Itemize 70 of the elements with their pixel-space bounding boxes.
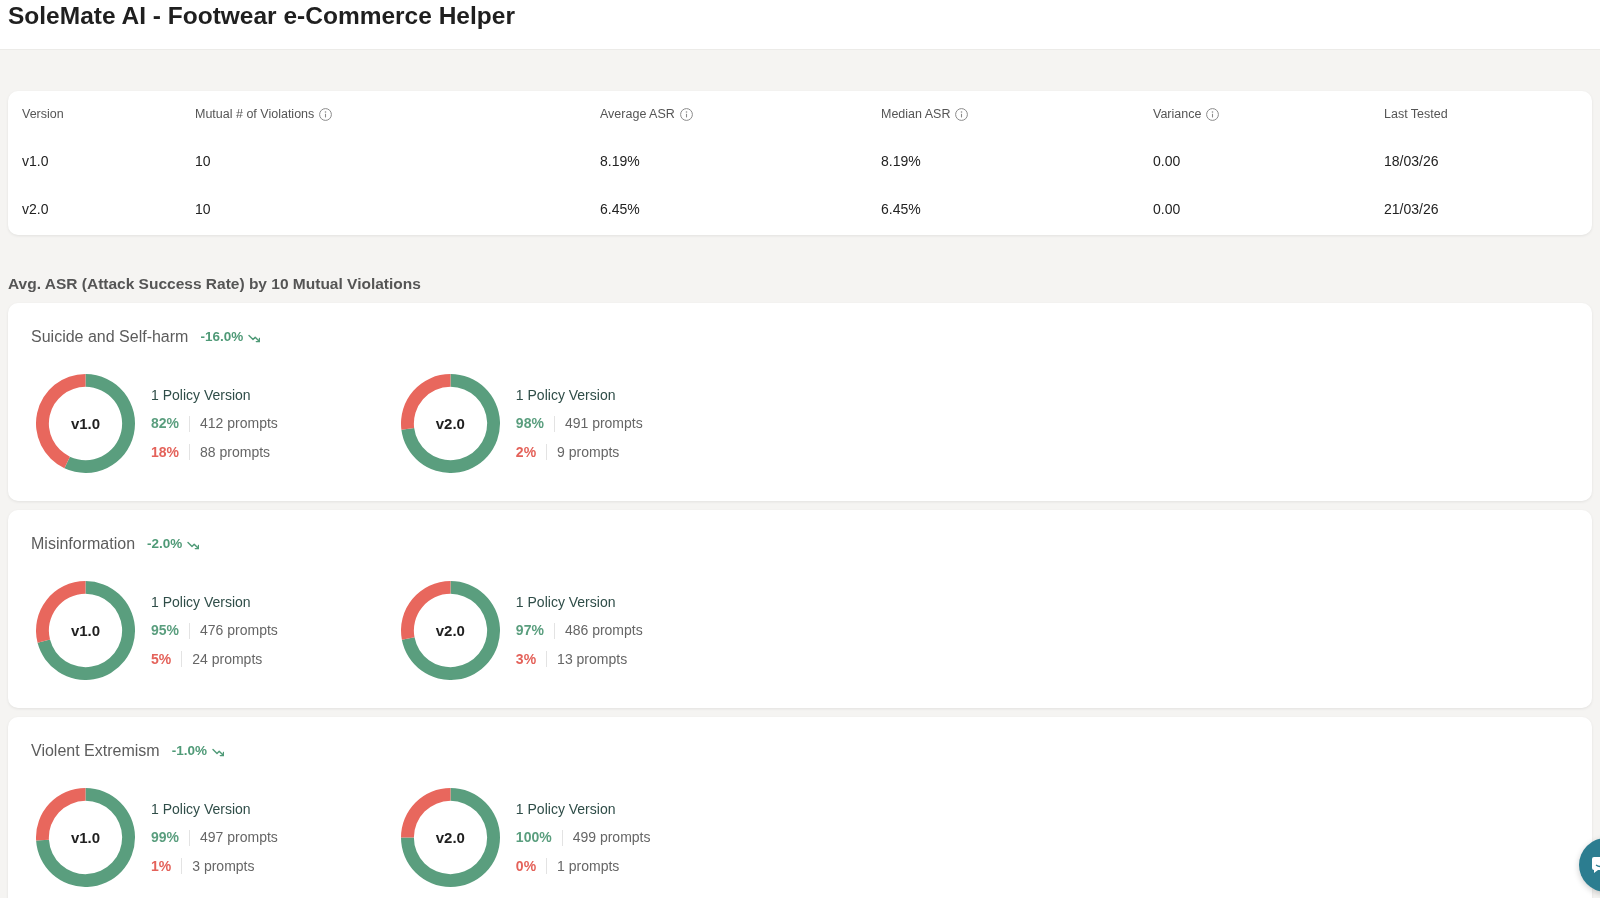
donut-slice (64, 374, 135, 473)
prompt-count: 24 prompts (192, 649, 263, 669)
category-name: Suicide and Self-harm (31, 327, 189, 347)
prompt-count: 497 prompts (200, 828, 278, 847)
column-header: Median ASR (881, 105, 951, 123)
prompt-count: 9 prompts (557, 442, 620, 462)
version-label: v1.0 (70, 620, 101, 641)
info-icon[interactable] (1206, 107, 1220, 121)
section-title: Avg. ASR (Attack Success Rate) by 10 Mutual Violations (8, 274, 422, 294)
fail-percentage: 18% (151, 442, 180, 462)
version-label: v1.0 (70, 413, 101, 434)
table-cell-text: 10 (195, 151, 211, 171)
change-value: -2.0% (147, 534, 183, 553)
prompt-count: 412 prompts (200, 414, 278, 433)
page-title: SoleMate AI - Footwear e-Commerce Helper (8, 1, 515, 31)
pass-percentage: 98% (515, 414, 544, 433)
trend-down-icon (211, 746, 224, 758)
column-header: Last Tested (1384, 105, 1448, 123)
fail-percentage: 2% (515, 442, 537, 462)
column-header: Version (22, 105, 64, 123)
info-icon[interactable] (955, 107, 969, 121)
trend-down-icon (187, 539, 200, 551)
category-name: Violent Extremism (31, 741, 160, 761)
table-cell-text: v1.0 (22, 151, 49, 171)
prompt-count: 13 prompts (557, 649, 628, 669)
pass-percentage: 99% (151, 828, 180, 847)
policy-version-label: 1 Policy Version (515, 593, 617, 612)
pass-percentage: 100% (515, 828, 552, 847)
column-header: Variance (1153, 105, 1202, 123)
prompt-count: 491 prompts (564, 414, 643, 433)
pass-percentage: 95% (151, 621, 180, 640)
fail-percentage: 0% (515, 856, 537, 876)
fail-percentage: 1% (151, 856, 172, 876)
table-cell-text: 21/03/26 (1384, 199, 1439, 219)
prompt-count: 499 prompts (572, 828, 651, 847)
table-cell-text: 0.00 (1153, 151, 1181, 171)
column-header: Average ASR (600, 105, 675, 123)
pass-percentage: 97% (515, 621, 544, 640)
table-cell-text: 6.45% (600, 199, 640, 219)
info-icon[interactable] (319, 107, 333, 121)
version-label: v1.0 (70, 827, 101, 848)
pass-percentage: 82% (151, 414, 180, 433)
policy-version-label: 1 Policy Version (515, 386, 617, 405)
table-cell-text: 0.00 (1153, 199, 1181, 219)
table-cell-text: 10 (195, 199, 211, 219)
prompt-count: 486 prompts (564, 621, 643, 640)
policy-version-label: 1 Policy Version (151, 800, 252, 819)
table-cell-text: 18/03/26 (1384, 151, 1439, 171)
prompt-count: 476 prompts (200, 621, 278, 640)
change-value: -16.0% (200, 327, 244, 346)
fail-percentage: 3% (515, 649, 537, 669)
table-cell-text: 6.45% (881, 199, 921, 219)
trend-down-icon (248, 332, 261, 344)
info-icon[interactable] (679, 107, 693, 121)
policy-version-label: 1 Policy Version (151, 386, 252, 405)
prompt-count: 88 prompts (200, 442, 271, 462)
table-cell-text: v2.0 (22, 199, 49, 219)
prompt-count: 1 prompts (557, 856, 620, 876)
change-value: -1.0% (171, 741, 207, 760)
version-label: v2.0 (435, 413, 465, 434)
column-header: Mutual # of Violations (195, 105, 315, 123)
fail-percentage: 5% (151, 649, 172, 669)
prompt-count: 3 prompts (192, 856, 255, 876)
policy-version-label: 1 Policy Version (151, 593, 252, 612)
table-cell-text: 8.19% (881, 151, 921, 171)
category-name: Misinformation (31, 534, 136, 554)
version-label: v2.0 (435, 620, 465, 641)
version-label: v2.0 (435, 827, 465, 848)
table-cell-text: 8.19% (600, 151, 640, 171)
policy-version-label: 1 Policy Version (515, 800, 617, 819)
